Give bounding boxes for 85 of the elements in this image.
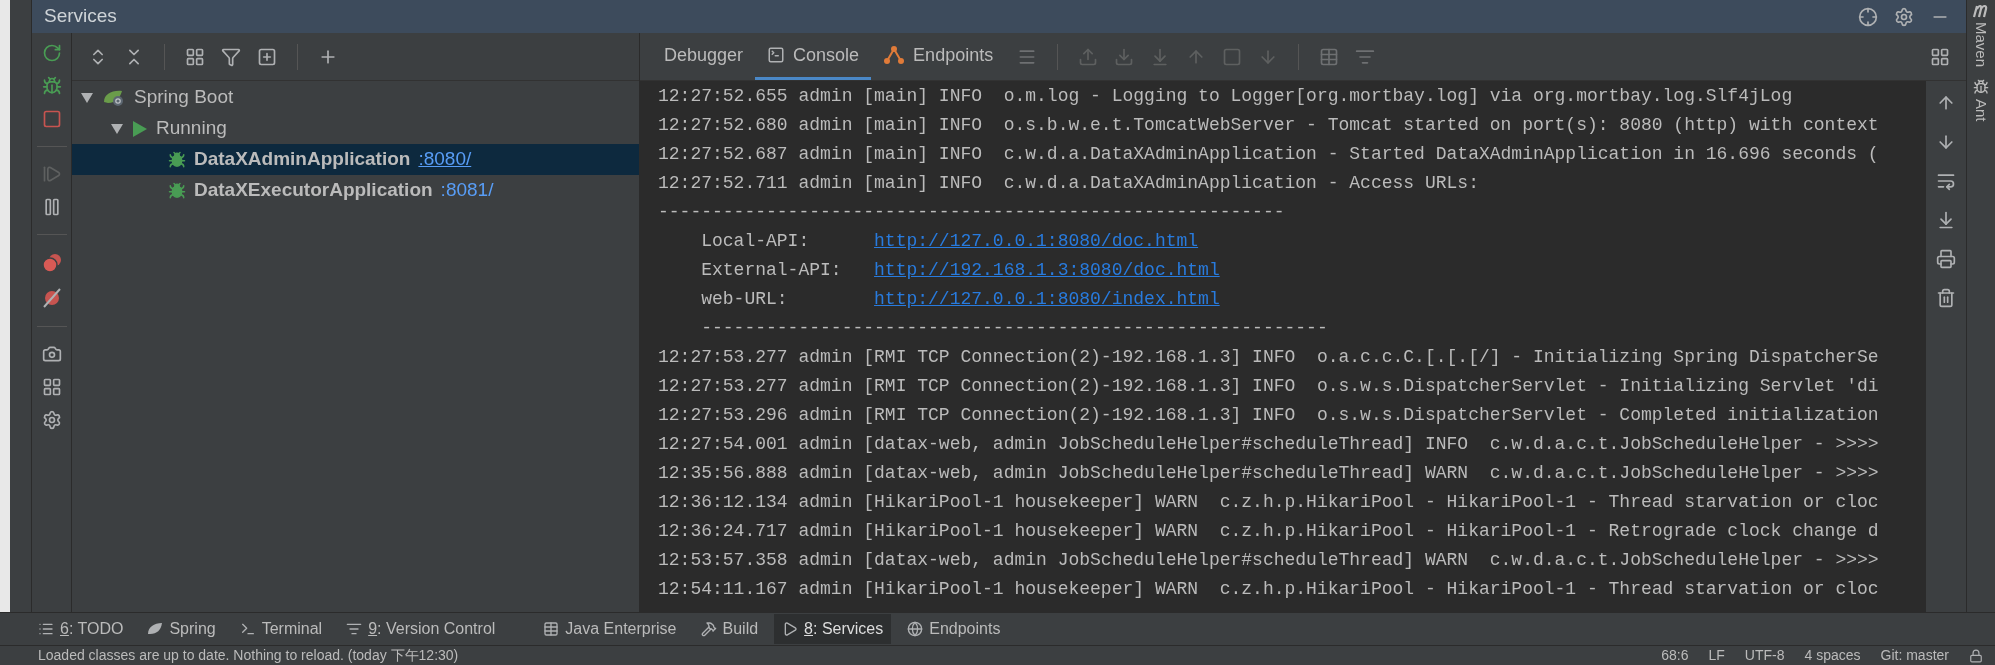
separator-line: ---------------------------------------------------------- (658, 201, 1285, 224)
tree-label: Running (156, 116, 227, 141)
log-line: 12:53:57.358 admin [datax-web, admin JobScheduleHelper#scheduleThread] WARN c.w.d.a.c.t.JobScheduleHelper - >>>> (658, 549, 1880, 572)
status-item[interactable]: Git: master (1880, 645, 1949, 665)
log-line: 12:27:52.680 admin [main] INFO o.s.b.w.e.t.TomcatWebServer - Tomcat started on port(s): 8080 (http) with context (658, 114, 1880, 137)
tab[interactable]: Debugger (652, 33, 756, 80)
globe-icon (907, 621, 924, 637)
log-line: 12:27:53.296 admin [RMI TCP Connection(2)-192.168.1.3] INFO o.s.w.s.DispatcherServlet - Completed initialization (658, 404, 1880, 427)
tool-window-button[interactable]: Terminal (231, 614, 331, 644)
tree-label: DataXExecutorApplication (194, 178, 433, 203)
bug-icon (168, 181, 186, 200)
tree-item[interactable]: Running (72, 113, 639, 144)
log-line: 12:36:24.717 admin [HikariPool-1 housekeeper] WARN c.z.h.p.HikariPool - HikariPool-1 - Retrograde clock change d (658, 520, 1880, 543)
status-item[interactable]: 68:6 (1661, 645, 1689, 665)
separator-line: ---------------------------------------------------------- (701, 317, 1328, 340)
tool-window-button[interactable]: Endpoints (899, 614, 1009, 644)
rerun-icon[interactable] (41, 43, 62, 63)
tab[interactable]: Endpoints (871, 33, 1006, 80)
tree-item[interactable]: DataXAdminApplication :8080/ (72, 144, 639, 175)
layout-icon[interactable] (1930, 46, 1950, 67)
tool-window-button[interactable]: Spring (139, 614, 224, 644)
url-link[interactable]: http://192.168.1.3:8080/doc.html (874, 256, 1220, 285)
camera-icon[interactable] (41, 344, 62, 364)
filter-icon[interactable] (221, 46, 241, 67)
log-line: 12:27:52.655 admin [main] INFO o.m.log - Logging to Logger[org.mortbay.log] via org.mortbay.log.Slf4jLog (658, 85, 1794, 108)
play-icon (132, 119, 148, 138)
status-item[interactable]: 4 spaces (1804, 645, 1861, 665)
url-link[interactable]: http://127.0.0.1:8080/index.html (874, 285, 1220, 314)
log-line: 12:27:52.711 admin [main] INFO c.w.d.a.DataXAdminApplication - Access URLs: (658, 172, 1480, 195)
log-line: 12:35:56.888 admin [datax-web, admin JobScheduleHelper#scheduleThread] WARN c.w.d.a.c.t.JobScheduleHelper - >>>> (658, 462, 1880, 485)
endpoints-icon (883, 45, 906, 65)
lock-icon[interactable] (1969, 648, 1983, 663)
expand-arrow-icon[interactable] (110, 122, 124, 135)
terminal-icon (767, 46, 786, 64)
tool-window-button[interactable]: Java Enterprise (535, 614, 685, 644)
status-item[interactable]: LF (1708, 645, 1725, 665)
url-label: Local-API: (701, 230, 811, 253)
maven-icon (1972, 4, 1990, 18)
terminal-icon (239, 621, 256, 637)
scroll-to-end-icon[interactable] (1936, 210, 1956, 230)
panel-title: Services (44, 4, 117, 29)
log-line: 12:27:53.277 admin [RMI TCP Connection(2)-192.168.1.3] INFO o.a.c.c.C.[.[.[/] - Initializing Spring DispatcherSe (658, 346, 1880, 369)
group-icon[interactable] (185, 46, 205, 67)
tree-label: Spring Boot (134, 85, 234, 110)
bug-icon (1973, 79, 1989, 96)
settings-icon[interactable] (1894, 6, 1914, 27)
status-message: Loaded classes are up to date. Nothing to reload. (today 下午12:30) (38, 646, 459, 665)
tree-item[interactable]: Spring Boot (72, 82, 639, 113)
port-link[interactable]: :8081/ (440, 176, 494, 205)
side-tool-button[interactable]: Ant (1969, 79, 1993, 122)
crosshair-icon[interactable] (1858, 6, 1878, 27)
settings-icon[interactable] (41, 410, 62, 430)
log-line: 12:36:12.134 admin [HikariPool-1 housekeeper] WARN c.z.h.p.HikariPool - HikariPool-1 - Thread starvation or cloc (658, 491, 1880, 514)
side-tool-button[interactable]: Maven (1969, 4, 1993, 68)
stop-icon[interactable] (41, 109, 62, 129)
list-icon (38, 621, 54, 637)
tool-window-button[interactable]: 9: Version Control (338, 614, 504, 644)
url-label: External-API: (701, 259, 843, 282)
layout-icon[interactable] (41, 377, 62, 397)
url-label: web-URL: (701, 288, 789, 311)
table-icon (543, 621, 560, 637)
status-item[interactable]: UTF-8 (1744, 645, 1785, 665)
trash-icon[interactable] (1936, 288, 1956, 308)
print-icon[interactable] (1936, 249, 1956, 269)
tree-item[interactable]: DataXExecutorApplication :8081/ (72, 175, 639, 206)
bug-icon (168, 150, 186, 169)
debug-icon[interactable] (41, 76, 62, 96)
port-link[interactable]: :8080/ (418, 145, 472, 174)
hammer-icon (700, 621, 717, 637)
soft-wrap-icon[interactable] (1936, 171, 1956, 191)
tree-label: DataXAdminApplication (194, 147, 411, 172)
mute-breakpoints-icon[interactable] (40, 287, 63, 309)
log-line: 12:54:11.167 admin [HikariPool-1 housekeeper] WARN c.z.h.p.HikariPool - HikariPool-1 - Thread starvation or cloc (658, 578, 1880, 601)
log-line: 12:27:54.001 admin [datax-web, admin JobScheduleHelper#scheduleThread] INFO c.w.d.a.c.t.JobScheduleHelper - >>>> (658, 433, 1880, 456)
url-link[interactable]: http://127.0.0.1:8080/doc.html (874, 227, 1199, 256)
tool-window-button[interactable]: Build (692, 614, 767, 644)
expand-arrow-icon[interactable] (80, 91, 94, 104)
leaf-icon (147, 622, 164, 636)
add-service-icon[interactable] (257, 46, 277, 67)
log-line: 12:27:52.687 admin [main] INFO c.w.d.a.DataXAdminApplication - Started DataXAdminApplication in 16.696 seconds ( (658, 143, 1880, 166)
play-icon (782, 621, 799, 637)
tool-window-button[interactable]: 6: TODO (30, 614, 132, 644)
breakpoints-icon[interactable] (40, 252, 63, 274)
tool-window-button[interactable]: 8: Services (774, 614, 892, 644)
log-line: 12:27:53.277 admin [RMI TCP Connection(2)-192.168.1.3] INFO o.s.w.s.DispatcherServlet - Initializing Servlet 'di (658, 375, 1880, 398)
